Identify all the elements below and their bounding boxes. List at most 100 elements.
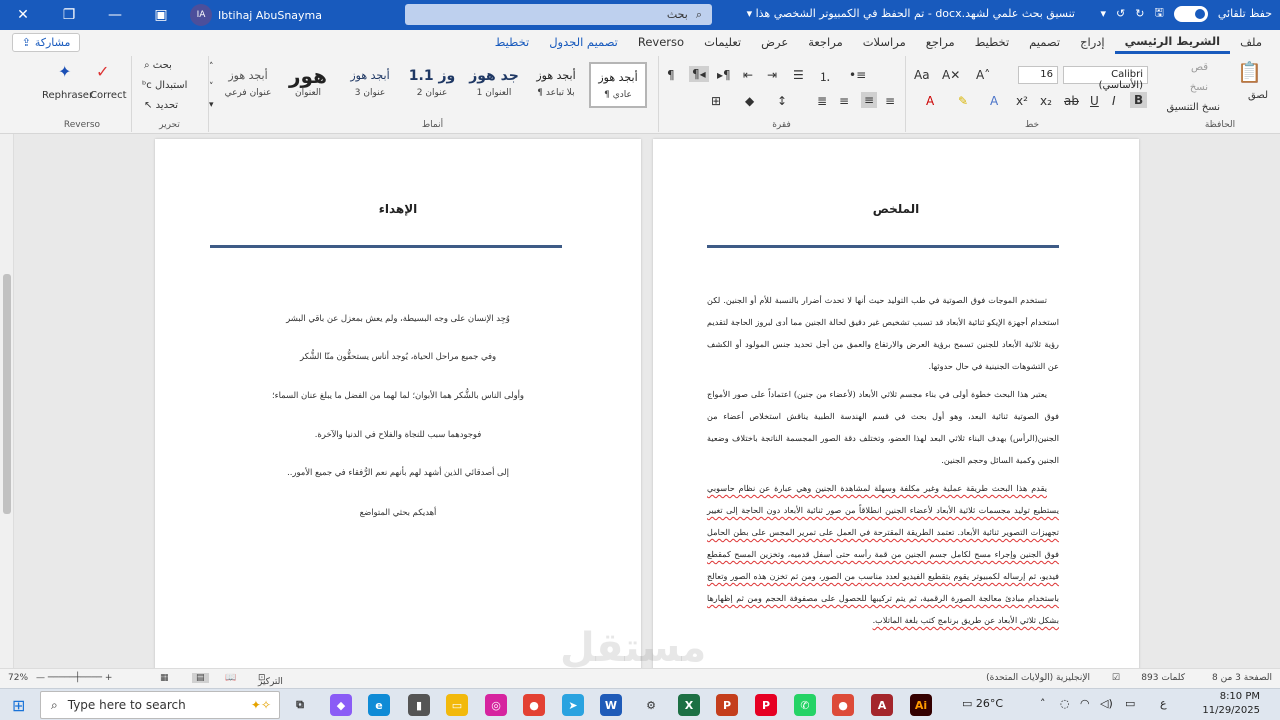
rtl-direction-icon[interactable]: ¶◂ (689, 66, 709, 82)
battery-icon[interactable]: ▭ (1125, 697, 1135, 710)
tab-mailings[interactable]: مراسلات (853, 30, 916, 54)
web-layout-icon[interactable]: ▦ (160, 673, 169, 683)
replace-button[interactable]: ᵇc استبدال (142, 80, 187, 91)
chrome-icon[interactable]: ● (523, 694, 545, 716)
font-size-box[interactable]: 16 (1018, 66, 1058, 84)
restore-icon[interactable]: ❐ (46, 0, 92, 30)
italic-icon[interactable]: I (1112, 94, 1116, 108)
numbering-icon[interactable]: ⒈ (819, 68, 831, 85)
align-left-icon[interactable]: ≡ (839, 94, 849, 108)
ltr-direction-icon[interactable]: ▸¶ (717, 68, 731, 82)
styles-scroll-down-icon[interactable]: ˅ (209, 82, 214, 92)
instagram-icon[interactable]: ◎ (485, 694, 507, 716)
proofing-icon[interactable]: ☑ (1112, 673, 1120, 683)
indent-decrease-icon[interactable]: ⇤ (743, 68, 753, 82)
illustrator-icon[interactable]: Ai (910, 694, 932, 716)
tab-reverso[interactable]: Reverso (628, 30, 694, 54)
clock[interactable]: 8:10 PM 11/29/2025 (1202, 690, 1260, 718)
wifi-icon[interactable]: ◠ (1080, 697, 1090, 710)
share-button[interactable]: ⇪ مشاركة (12, 33, 80, 52)
change-case-icon[interactable]: Aa (914, 68, 930, 82)
clear-format-icon[interactable]: A✕ (942, 68, 960, 82)
chrome-profile-icon[interactable]: ● (832, 694, 854, 716)
pinterest-icon[interactable]: P (755, 694, 777, 716)
powerpoint-icon[interactable]: P (716, 694, 738, 716)
tab-insert[interactable]: إدراج (1070, 30, 1115, 54)
close-icon[interactable]: ✕ (0, 0, 46, 30)
vertical-scrollbar[interactable] (0, 134, 14, 668)
language-indicator[interactable]: الإنجليزية (الولايات المتحدة) (986, 673, 1090, 683)
tab-review[interactable]: مراجعة (798, 30, 853, 54)
customize-qat-icon[interactable]: ▾ (1101, 7, 1107, 20)
undo-icon[interactable]: ↺ (1116, 7, 1125, 20)
tray-expand-icon[interactable]: ˄ (1040, 697, 1046, 710)
style-subtitle[interactable]: أبجد هوز عنوان فرعي (219, 62, 277, 108)
correct-button[interactable]: Correct (90, 90, 127, 101)
task-view-icon[interactable]: ⧉ (289, 694, 311, 716)
style-heading-1[interactable]: جد هوز العنوان 1 (465, 62, 523, 108)
style-no-spacing[interactable]: أبجد هوز ¶ بلا تباعد (527, 62, 585, 108)
multilevel-list-icon[interactable]: ☰ (793, 68, 804, 82)
save-icon[interactable]: 🖫 (1154, 4, 1163, 23)
rephraser-button[interactable]: Rephraser (42, 90, 93, 101)
telegram-icon[interactable]: ➤ (562, 694, 584, 716)
redo-icon[interactable]: ↻ (1135, 7, 1144, 20)
access-icon[interactable]: A (871, 694, 893, 716)
tab-references[interactable]: مراجع (916, 30, 965, 54)
settings-icon[interactable]: ⚙ (640, 694, 662, 716)
text-effects-icon[interactable]: A (990, 94, 998, 108)
bullets-icon[interactable]: •≡ (849, 68, 866, 82)
network-icon[interactable]: ◌ (1060, 697, 1070, 710)
edge-icon[interactable]: e (368, 694, 390, 716)
copy-button[interactable]: نسخ (1190, 82, 1208, 93)
paste-icon[interactable]: 📋 (1237, 60, 1262, 84)
font-color-icon[interactable]: A (926, 94, 934, 108)
read-mode-icon[interactable]: 📖 (225, 673, 236, 683)
styles-more-icon[interactable]: ▾ (209, 100, 214, 110)
grow-font-icon[interactable]: A˄ (976, 68, 990, 82)
tab-file[interactable]: ملف (1230, 30, 1272, 54)
correct-icon[interactable]: ✓ (96, 62, 109, 81)
font-name-box[interactable]: Calibri (الأساسي) (1063, 66, 1148, 91)
scrollbar-thumb[interactable] (3, 274, 11, 514)
taskbar-search[interactable]: ⌕ Type here to search ✦✧ (40, 691, 280, 719)
show-marks-icon[interactable]: ¶ (667, 68, 675, 82)
cut-button[interactable]: قص (1191, 62, 1208, 73)
bold-icon[interactable]: B (1130, 92, 1148, 108)
tab-design[interactable]: تصميم (1019, 30, 1070, 54)
superscript-icon[interactable]: x² (1016, 94, 1028, 108)
whatsapp-icon[interactable]: ✆ (794, 694, 816, 716)
app-icon[interactable]: ▮ (408, 694, 430, 716)
find-button[interactable]: ⌕ بحث (144, 60, 172, 71)
shading-icon[interactable]: ◆ (745, 94, 754, 108)
borders-icon[interactable]: ⊞ (711, 94, 721, 108)
highlight-icon[interactable]: ✎ (958, 94, 968, 108)
excel-icon[interactable]: X (678, 694, 700, 716)
weather-icon[interactable]: ▭ 26°C (962, 697, 1003, 710)
zoom-slider[interactable]: — ─────┼──── + (36, 673, 112, 683)
strikethrough-icon[interactable]: ab (1064, 94, 1079, 108)
minimize-icon[interactable]: — (92, 0, 138, 30)
style-title[interactable]: هور العنوان (279, 62, 337, 108)
tab-view[interactable]: عرض (751, 30, 798, 54)
word-count[interactable]: 893 كلمات (1141, 673, 1185, 683)
tab-help[interactable]: تعليمات (694, 30, 751, 54)
ribbon-display-icon[interactable]: ▣ (138, 0, 184, 30)
tab-table-design[interactable]: تصميم الجدول (539, 30, 628, 54)
focus-mode[interactable]: التركيز ⊡ (258, 673, 283, 687)
line-spacing-icon[interactable]: ↕ (777, 94, 787, 108)
word-icon[interactable]: W (600, 694, 622, 716)
select-button[interactable]: ↖ تحديد (144, 100, 178, 111)
document-title[interactable]: تنسيق بحث علمي لشهد.docx - تم الحفظ في ا… (735, 7, 1075, 20)
search-box[interactable]: بحث ⌕ (405, 4, 712, 25)
style-heading-2[interactable]: وز 1.1 عنوان 2 (403, 62, 461, 108)
file-explorer-icon[interactable]: ▭ (446, 694, 468, 716)
paste-label[interactable]: لصق (1248, 90, 1268, 101)
format-painter-button[interactable]: نسخ التنسيق (1167, 102, 1220, 113)
subscript-icon[interactable]: x₂ (1040, 94, 1052, 108)
align-center-icon[interactable]: ≡ (861, 92, 878, 108)
justify-icon[interactable]: ≣ (817, 94, 827, 108)
print-layout-icon[interactable]: ▤ (192, 673, 209, 683)
page-indicator[interactable]: الصفحة 3 من 8 (1212, 673, 1272, 683)
volume-icon[interactable]: ◁) (1100, 697, 1113, 710)
